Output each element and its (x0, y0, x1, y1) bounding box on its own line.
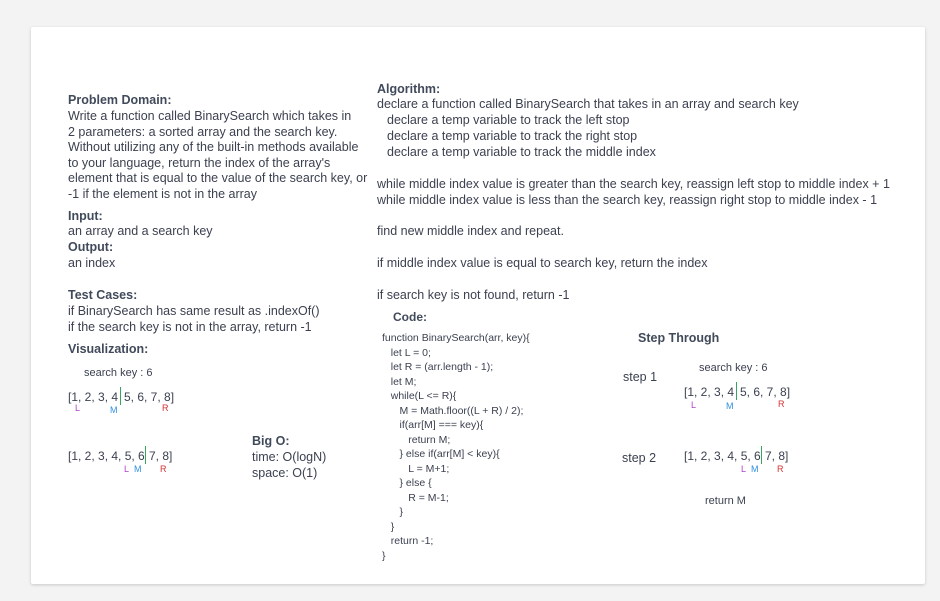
algorithm-line: declare a function called BinarySearch t… (377, 97, 799, 111)
viz-2-left-marker: L (124, 464, 130, 474)
tests-heading: Test Cases: (68, 288, 138, 302)
test-case-line: if the search key is not in the array, r… (68, 319, 312, 334)
problem-line: to your language, return the index of th… (68, 155, 331, 170)
code-heading: Code: (393, 310, 427, 324)
code-line: let L = 0; (382, 346, 431, 359)
code-line: L = M+1; (382, 462, 450, 475)
algorithm-while-line: while middle index value is less than th… (377, 193, 878, 207)
code-line: } (382, 549, 386, 562)
problem-line: 2 parameters: a sorted array and the sea… (68, 124, 338, 139)
code-line: M = Math.floor((L + R) / 2); (382, 404, 524, 417)
code-line: let M; (382, 375, 417, 388)
viz-search-key: search key : 6 (84, 367, 153, 379)
viz-array-2-right: 7, 8] (149, 449, 173, 463)
problem-line: element that is equal to the value of th… (68, 171, 368, 186)
viz-1-middle-marker: M (110, 405, 118, 415)
viz-1-left-marker: L (75, 403, 81, 413)
step-2-left-marker: L (741, 464, 747, 474)
step-2-divider (761, 446, 762, 464)
algorithm-heading: Algorithm: (377, 82, 441, 96)
step-1-label: step 1 (623, 370, 658, 384)
algorithm-while-line: while middle index value is greater than… (377, 177, 890, 191)
step-1-divider (736, 382, 737, 400)
bigo-time: time: O(logN) (252, 450, 327, 464)
algorithm-line: declare a temp variable to track the mid… (387, 145, 656, 159)
problem-line: Without utilizing any of the built-in me… (68, 140, 359, 155)
algorithm-line: declare a temp variable to track the lef… (387, 113, 630, 127)
code-line: } (382, 520, 395, 533)
whiteboard-card: Problem Domain: Write a function called … (31, 27, 925, 584)
problem-heading: Problem Domain: (68, 93, 172, 107)
step-through-heading: Step Through (638, 331, 720, 345)
test-case-line: if BinarySearch has same result as .inde… (68, 304, 320, 318)
step-2-label: step 2 (622, 451, 657, 465)
problem-line: Write a function called BinarySearch whi… (68, 109, 352, 123)
step-1-right-marker: R (778, 399, 785, 409)
output-heading: Output: (68, 240, 114, 254)
viz-array-1: [1, 2, 3, 4 (68, 390, 118, 404)
step-1-left-marker: L (691, 400, 697, 410)
step-2-middle-marker: M (751, 464, 759, 474)
step-2-array-left: [1, 2, 3, 4, 5, 6 (684, 449, 761, 463)
input-text: an array and a search key (68, 224, 213, 238)
step-result: return M (705, 495, 746, 507)
bigo-space: space: O(1) (252, 466, 318, 480)
step-2-array-right: 7, 8] (765, 449, 789, 463)
step-1-array-right: 5, 6, 7, 8] (740, 385, 791, 399)
tests-text: if BinarySearch has same result as .inde… (68, 304, 320, 335)
viz-2-right-marker: R (160, 464, 167, 474)
code-line: R = M-1; (382, 491, 449, 504)
viz-array-1-left: [1, 2, 3, 4 (68, 390, 119, 404)
code-line: } else if(arr[M] < key){ (382, 448, 500, 460)
code-line: return M; (382, 433, 451, 446)
code-line: } (382, 506, 404, 518)
viz-array-2-left: [1, 2, 3, 4, 5, 6 (68, 449, 145, 463)
code-line: } else { (382, 477, 432, 489)
viz-1-right-marker: R (162, 403, 169, 413)
viz-array-2-divider (145, 446, 146, 464)
problem-line: -1 if the element is not in the array (68, 186, 257, 201)
code-line: return -1; (382, 535, 434, 547)
algorithm-equal: if middle index value is equal to search… (377, 256, 708, 270)
input-heading: Input: (68, 209, 103, 223)
visualization-heading: Visualization: (68, 342, 149, 356)
viz-2-middle-marker: M (134, 464, 142, 474)
step-1-middle-marker: M (726, 401, 734, 411)
problem-text: Write a function called BinarySearch whi… (68, 109, 367, 203)
viz-array-1-divider (120, 387, 121, 405)
algorithm-find: find new middle index and repeat. (377, 224, 564, 238)
viz-array-1-right: 5, 6, 7, 8] (124, 390, 175, 404)
code-line: let R = (arr.length - 1); (382, 361, 494, 373)
code-line: while(L <= R){ (382, 390, 457, 402)
step-2-right-marker: R (777, 464, 784, 474)
algorithm-notfound: if search key is not found, return -1 (377, 288, 570, 302)
code-line: function BinarySearch(arr, key){ (382, 332, 530, 344)
bigo-heading: Big O: (252, 434, 290, 448)
step-1-array-left: [1, 2, 3, 4 (684, 385, 735, 399)
output-text: an index (68, 256, 116, 270)
step-search-key: search key : 6 (699, 362, 768, 374)
code-line: if(arr[M] === key){ (382, 419, 484, 431)
algorithm-line: declare a temp variable to track the rig… (387, 129, 638, 143)
code-block: function BinarySearch(arr, key){ let L =… (382, 331, 530, 563)
